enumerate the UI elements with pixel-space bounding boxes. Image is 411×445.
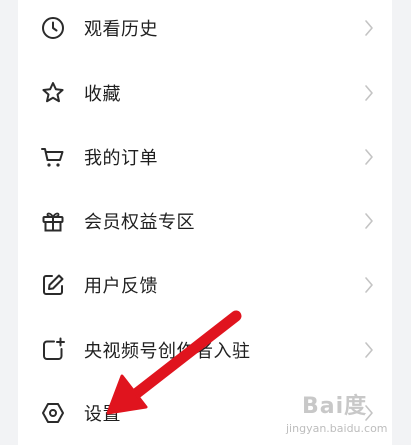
chevron-right-icon — [364, 341, 374, 359]
menu-item-label: 收藏 — [84, 84, 121, 105]
menu-card: 观看历史 收藏 我的订单 会员权益专区 用户反馈 央视频号创作者入驻 设置 — [18, 0, 392, 445]
chevron-right-icon — [364, 148, 374, 166]
gift-icon — [40, 208, 66, 234]
chevron-right-icon — [364, 276, 374, 294]
chevron-right-icon — [364, 212, 374, 230]
cart-icon — [40, 144, 66, 170]
menu-item-label: 我的订单 — [84, 148, 158, 169]
hexagon-settings-icon — [40, 400, 66, 426]
menu-item-label: 会员权益专区 — [84, 212, 195, 233]
menu-item-label: 观看历史 — [84, 19, 158, 40]
chevron-right-icon — [364, 84, 374, 102]
watermark-url: jingyan.baidu.com — [286, 422, 388, 435]
menu-item-favorites[interactable]: 收藏 — [18, 61, 392, 125]
clock-icon — [40, 15, 66, 41]
watermark: Bai度 jingyan.baidu.com — [280, 388, 408, 442]
edit-icon — [40, 272, 66, 298]
menu-item-feedback[interactable]: 用户反馈 — [18, 253, 392, 317]
menu-item-label: 央视频号创作者入驻 — [84, 341, 251, 362]
watermark-brand: Bai度 — [302, 394, 368, 419]
menu-item-watch-history[interactable]: 观看历史 — [18, 0, 392, 60]
menu-item-label: 用户反馈 — [84, 276, 158, 297]
menu-item-member-benefits[interactable]: 会员权益专区 — [18, 189, 392, 253]
menu-item-label: 设置 — [84, 404, 121, 425]
chevron-right-icon — [364, 19, 374, 37]
star-icon — [40, 80, 66, 106]
creator-add-icon — [40, 337, 66, 363]
menu-item-orders[interactable]: 我的订单 — [18, 125, 392, 189]
menu-item-creator-signup[interactable]: 央视频号创作者入驻 — [18, 318, 392, 382]
